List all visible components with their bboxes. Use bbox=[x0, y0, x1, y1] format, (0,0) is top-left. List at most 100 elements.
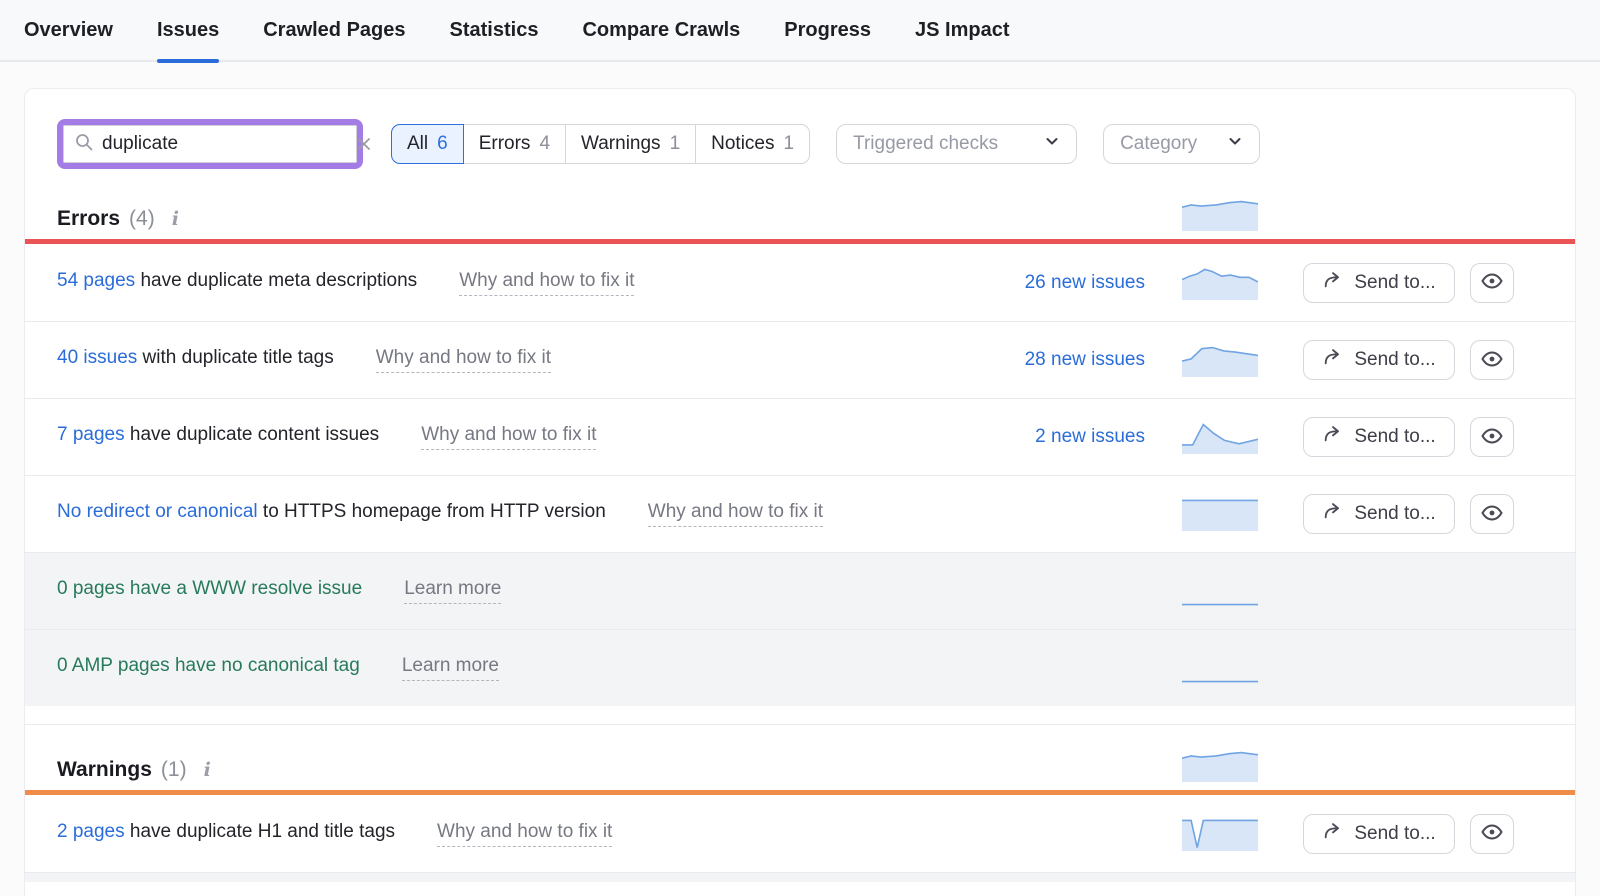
send-to-button[interactable]: Send to... bbox=[1303, 417, 1455, 457]
tab-js-impact[interactable]: JS Impact bbox=[915, 0, 1009, 61]
warnings-title: Warnings bbox=[57, 758, 152, 782]
send-to-label: Send to... bbox=[1354, 272, 1435, 294]
issue-title: 7 pages have duplicate content issues bbox=[57, 424, 379, 446]
issue-sparkline bbox=[1182, 574, 1258, 608]
issue-title-rest: have duplicate meta descriptions bbox=[135, 270, 417, 291]
send-arrow-icon bbox=[1322, 346, 1344, 374]
issue-title: 2 pages have duplicate H1 and title tags bbox=[57, 821, 395, 843]
filter-all[interactable]: All 6 bbox=[391, 124, 464, 164]
why-how-to-fix-link[interactable]: Why and how to fix it bbox=[648, 501, 823, 527]
send-to-button[interactable]: Send to... bbox=[1303, 263, 1455, 303]
category-label: Category bbox=[1120, 133, 1197, 155]
send-to-button[interactable]: Send to... bbox=[1303, 814, 1455, 854]
search-input[interactable] bbox=[102, 133, 347, 155]
send-to-button[interactable]: Send to... bbox=[1303, 340, 1455, 380]
issue-sparkline bbox=[1182, 266, 1258, 300]
tab-compare-crawls[interactable]: Compare Crawls bbox=[582, 0, 740, 61]
errors-section-header: Errors (4) i bbox=[25, 193, 1575, 239]
why-how-to-fix-link[interactable]: Why and how to fix it bbox=[459, 270, 634, 296]
passed-check-title: 0 AMP pages have no canonical tag bbox=[57, 655, 360, 677]
info-icon[interactable]: i bbox=[172, 208, 179, 230]
passed-check-row: 0 pages have a WWW resolve issue Learn m… bbox=[25, 552, 1575, 629]
why-how-to-fix-link[interactable]: Why and how to fix it bbox=[437, 821, 612, 847]
errors-count: (4) bbox=[129, 207, 155, 231]
issue-title-rest: have duplicate H1 and title tags bbox=[125, 821, 395, 842]
hide-issue-button[interactable] bbox=[1470, 263, 1514, 303]
errors-title: Errors bbox=[57, 207, 120, 231]
issue-link[interactable]: 54 pages bbox=[57, 270, 135, 291]
issue-row: 40 issues with duplicate title tags Why … bbox=[25, 321, 1575, 398]
filter-warnings-label: Warnings bbox=[581, 133, 661, 155]
filter-notices[interactable]: Notices 1 bbox=[696, 124, 810, 164]
issue-title-rest: with duplicate title tags bbox=[137, 347, 333, 368]
severity-filter-group: All 6 Errors 4 Warnings 1 Notices 1 bbox=[391, 124, 810, 164]
search-input-wrapper bbox=[63, 125, 357, 163]
issue-link[interactable]: 7 pages bbox=[57, 424, 125, 445]
category-dropdown[interactable]: Category bbox=[1103, 124, 1260, 164]
errors-trend-sparkline bbox=[1182, 197, 1258, 231]
issue-link[interactable]: No redirect or canonical bbox=[57, 501, 258, 522]
hide-issue-button[interactable] bbox=[1470, 494, 1514, 534]
send-arrow-icon bbox=[1322, 269, 1344, 297]
warnings-section-header: Warnings (1) i bbox=[25, 724, 1575, 790]
new-issues-link[interactable]: 2 new issues bbox=[1035, 426, 1145, 448]
issue-title: 40 issues with duplicate title tags bbox=[57, 347, 334, 369]
issue-title-rest: to HTTPS homepage from HTTP version bbox=[258, 501, 606, 522]
filter-notices-label: Notices bbox=[711, 133, 774, 155]
filter-warnings[interactable]: Warnings 1 bbox=[566, 124, 696, 164]
tab-crawled-pages[interactable]: Crawled Pages bbox=[263, 0, 405, 61]
issue-link[interactable]: 40 issues bbox=[57, 347, 137, 368]
send-to-button[interactable]: Send to... bbox=[1303, 494, 1455, 534]
issue-row: 54 pages have duplicate meta description… bbox=[25, 244, 1575, 321]
hide-issue-button[interactable] bbox=[1470, 814, 1514, 854]
tab-bar: Overview Issues Crawled Pages Statistics… bbox=[0, 0, 1600, 62]
triggered-checks-dropdown[interactable]: Triggered checks bbox=[836, 124, 1077, 164]
issue-row: 7 pages have duplicate content issues Wh… bbox=[25, 398, 1575, 475]
errors-header-title: Errors (4) i bbox=[57, 207, 1145, 231]
new-issues-link[interactable]: 28 new issues bbox=[1025, 349, 1145, 371]
issue-title: 54 pages have duplicate meta description… bbox=[57, 270, 417, 292]
eye-icon bbox=[1480, 347, 1504, 374]
eye-icon bbox=[1480, 424, 1504, 451]
filter-all-count: 6 bbox=[437, 133, 448, 155]
next-row-partial bbox=[25, 872, 1575, 882]
warnings-trend-sparkline bbox=[1182, 748, 1258, 782]
send-to-label: Send to... bbox=[1354, 823, 1435, 845]
issue-sparkline bbox=[1182, 420, 1258, 454]
send-to-label: Send to... bbox=[1354, 426, 1435, 448]
issues-panel: All 6 Errors 4 Warnings 1 Notices 1 Trig… bbox=[24, 88, 1576, 896]
eye-icon bbox=[1480, 820, 1504, 847]
tab-statistics[interactable]: Statistics bbox=[450, 0, 539, 61]
info-icon[interactable]: i bbox=[204, 759, 211, 781]
search-icon bbox=[74, 132, 94, 157]
issues-toolbar: All 6 Errors 4 Warnings 1 Notices 1 Trig… bbox=[25, 89, 1575, 169]
new-issues-link[interactable]: 26 new issues bbox=[1025, 272, 1145, 294]
tab-issues[interactable]: Issues bbox=[157, 0, 219, 61]
eye-icon bbox=[1480, 501, 1504, 528]
issue-sparkline bbox=[1182, 497, 1258, 531]
why-how-to-fix-link[interactable]: Why and how to fix it bbox=[421, 424, 596, 450]
passed-check-title: 0 pages have a WWW resolve issue bbox=[57, 578, 362, 600]
filter-errors[interactable]: Errors 4 bbox=[464, 124, 566, 164]
why-how-to-fix-link[interactable]: Why and how to fix it bbox=[376, 347, 551, 373]
issue-link[interactable]: 2 pages bbox=[57, 821, 125, 842]
filter-errors-count: 4 bbox=[539, 133, 550, 155]
send-to-label: Send to... bbox=[1354, 503, 1435, 525]
filter-notices-count: 1 bbox=[784, 133, 795, 155]
issue-row: No redirect or canonical to HTTPS homepa… bbox=[25, 475, 1575, 552]
filter-errors-label: Errors bbox=[479, 133, 531, 155]
hide-issue-button[interactable] bbox=[1470, 417, 1514, 457]
learn-more-link[interactable]: Learn more bbox=[402, 655, 499, 681]
chevron-down-icon bbox=[1227, 133, 1243, 155]
learn-more-link[interactable]: Learn more bbox=[404, 578, 501, 604]
send-arrow-icon bbox=[1322, 423, 1344, 451]
warnings-count: (1) bbox=[161, 758, 187, 782]
send-arrow-icon bbox=[1322, 500, 1344, 528]
tab-overview[interactable]: Overview bbox=[24, 0, 113, 61]
passed-check-row: 0 AMP pages have no canonical tag Learn … bbox=[25, 629, 1575, 706]
tab-progress[interactable]: Progress bbox=[784, 0, 871, 61]
clear-search-icon[interactable] bbox=[355, 135, 373, 153]
issue-row: 2 pages have duplicate H1 and title tags… bbox=[25, 795, 1575, 872]
hide-issue-button[interactable] bbox=[1470, 340, 1514, 380]
search-highlight-annotation bbox=[57, 119, 363, 169]
